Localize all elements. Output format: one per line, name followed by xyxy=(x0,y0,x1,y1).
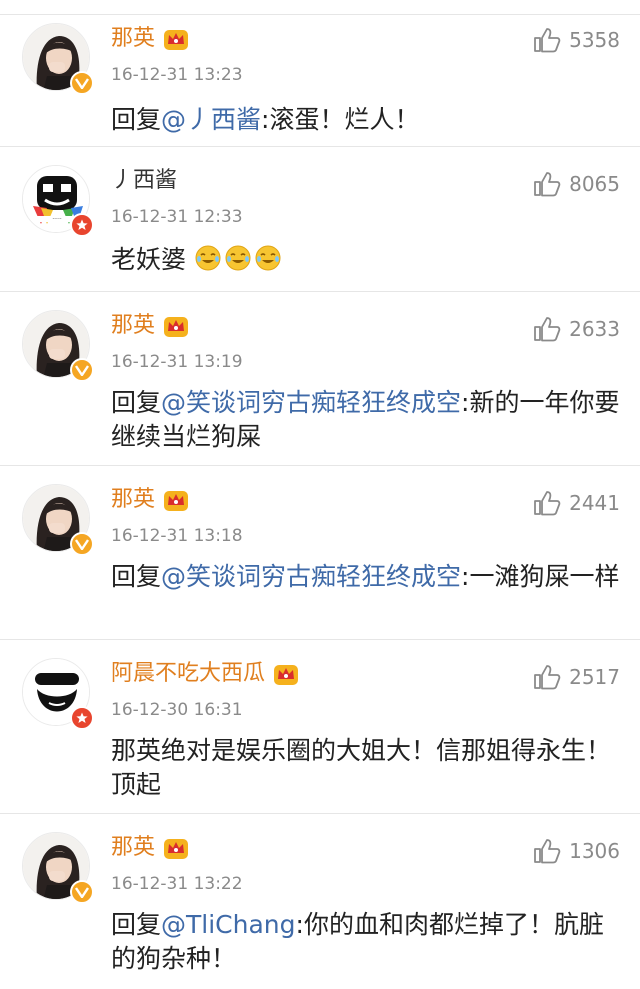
comment-item: 那英 16-12-31 13:19 2633 回复@笑谈词穷古痴轻狂终成空:新的… xyxy=(0,292,640,466)
like-button[interactable]: 2441 xyxy=(533,490,620,516)
comment-body: :滚蛋！烂人！ xyxy=(261,105,420,134)
username-text[interactable]: 那英 xyxy=(111,312,155,340)
comment-text: 回复@笑谈词穷古痴轻狂终成空:新的一年你要继续当烂狗屎 xyxy=(111,386,620,454)
top-divider xyxy=(0,0,640,15)
like-count: 2633 xyxy=(569,317,620,341)
like-count: 2517 xyxy=(569,665,620,689)
avatar[interactable] xyxy=(22,484,94,556)
username-text[interactable]: 丿西酱 xyxy=(111,167,177,195)
like-button[interactable]: 5358 xyxy=(533,27,620,53)
comment-text: 回复@丿西酱:滚蛋！烂人！ xyxy=(111,103,620,137)
thumbs-up-icon xyxy=(534,317,561,342)
vip-crown-icon xyxy=(274,665,299,685)
crying-laughing-emoji xyxy=(255,245,281,271)
thumbs-up-icon xyxy=(534,491,561,516)
avatar[interactable] xyxy=(22,658,94,730)
mention-link[interactable]: @TliChang xyxy=(161,910,296,939)
like-count: 5358 xyxy=(569,28,620,52)
star-badge-icon xyxy=(70,213,94,237)
reply-prefix: 回复 xyxy=(111,105,162,134)
crying-laughing-emoji xyxy=(225,245,251,271)
username[interactable]: 那英 xyxy=(111,486,189,514)
comment-text: 老妖婆 xyxy=(111,243,620,277)
vip-crown-icon xyxy=(164,317,189,337)
vip-crown-icon xyxy=(164,491,189,511)
reply-prefix: 回复 xyxy=(111,562,162,591)
thumbs-up-icon xyxy=(534,839,561,864)
thumbs-up-icon xyxy=(534,172,561,197)
username[interactable]: 阿晨不吃大西瓜 xyxy=(111,660,299,688)
comment-item: 那英 16-12-31 13:18 2441 回复@笑谈词穷古痴轻狂终成空:一滩… xyxy=(0,466,640,640)
verified-v-icon xyxy=(70,71,94,95)
username[interactable]: 那英 xyxy=(111,312,189,340)
mention-link[interactable]: @笑谈词穷古痴轻狂终成空 xyxy=(161,562,461,591)
like-button[interactable]: 1306 xyxy=(533,838,620,864)
username-text[interactable]: 阿晨不吃大西瓜 xyxy=(111,660,265,688)
username[interactable]: 丿西酱 xyxy=(111,167,177,195)
comment-time: 16-12-31 13:18 xyxy=(111,526,243,546)
avatar[interactable] xyxy=(22,23,94,95)
avatar[interactable]: ····· xyxy=(22,165,94,237)
username-text[interactable]: 那英 xyxy=(111,486,155,514)
like-count: 2441 xyxy=(569,491,620,515)
comment-text: 回复@笑谈词穷古痴轻狂终成空:一滩狗屎一样 xyxy=(111,560,620,594)
star-badge-icon xyxy=(70,706,94,730)
verified-v-icon xyxy=(70,532,94,556)
comment-text: 那英绝对是娱乐圈的大姐大！信那姐得永生！顶起 xyxy=(111,734,620,802)
verified-v-icon xyxy=(70,358,94,382)
like-count: 8065 xyxy=(569,172,620,196)
comment-item: 那英 16-12-31 13:23 5358 回复@丿西酱:滚蛋！烂人！ xyxy=(0,15,640,147)
mention-link[interactable]: @丿西酱 xyxy=(161,105,261,134)
username[interactable]: 那英 xyxy=(111,25,189,53)
vip-crown-icon xyxy=(164,30,189,50)
vip-crown-icon xyxy=(164,839,189,859)
svg-text:·····: ····· xyxy=(52,216,62,223)
mention-link[interactable]: @笑谈词穷古痴轻狂终成空 xyxy=(161,388,461,417)
avatar[interactable] xyxy=(22,310,94,382)
comment-time: 16-12-30 16:31 xyxy=(111,700,243,720)
reply-prefix: 回复 xyxy=(111,388,162,417)
username[interactable]: 那英 xyxy=(111,834,189,862)
comment-time: 16-12-31 13:22 xyxy=(111,874,243,894)
comment-body: 老妖婆 xyxy=(111,245,187,274)
like-count: 1306 xyxy=(569,839,620,863)
comment-item: 那英 16-12-31 13:22 1306 回复@TliChang:你的血和肉… xyxy=(0,814,640,989)
like-button[interactable]: 2517 xyxy=(533,664,620,690)
comment-body: 那英绝对是娱乐圈的大姐大！信那姐得永生！顶起 xyxy=(111,736,612,799)
comment-time: 16-12-31 13:23 xyxy=(111,65,243,85)
comment-body: :一滩狗屎一样 xyxy=(461,562,620,591)
comment-item: 阿晨不吃大西瓜 16-12-30 16:31 2517 那英绝对是娱乐圈的大姐大… xyxy=(0,640,640,814)
thumbs-up-icon xyxy=(534,28,561,53)
comment-time: 16-12-31 12:33 xyxy=(111,207,243,227)
comment-item: ····· 丿西酱 16-12-31 12:33 8065 老妖婆 xyxy=(0,147,640,292)
crying-laughing-emoji xyxy=(195,245,221,271)
like-button[interactable]: 8065 xyxy=(533,171,620,197)
comment-text: 回复@TliChang:你的血和肉都烂掉了！肮脏的狗杂种！ xyxy=(111,908,620,976)
like-button[interactable]: 2633 xyxy=(533,316,620,342)
comment-time: 16-12-31 13:19 xyxy=(111,352,243,372)
verified-v-icon xyxy=(70,880,94,904)
thumbs-up-icon xyxy=(534,665,561,690)
username-text[interactable]: 那英 xyxy=(111,834,155,862)
reply-prefix: 回复 xyxy=(111,910,162,939)
avatar[interactable] xyxy=(22,832,94,904)
username-text[interactable]: 那英 xyxy=(111,25,155,53)
